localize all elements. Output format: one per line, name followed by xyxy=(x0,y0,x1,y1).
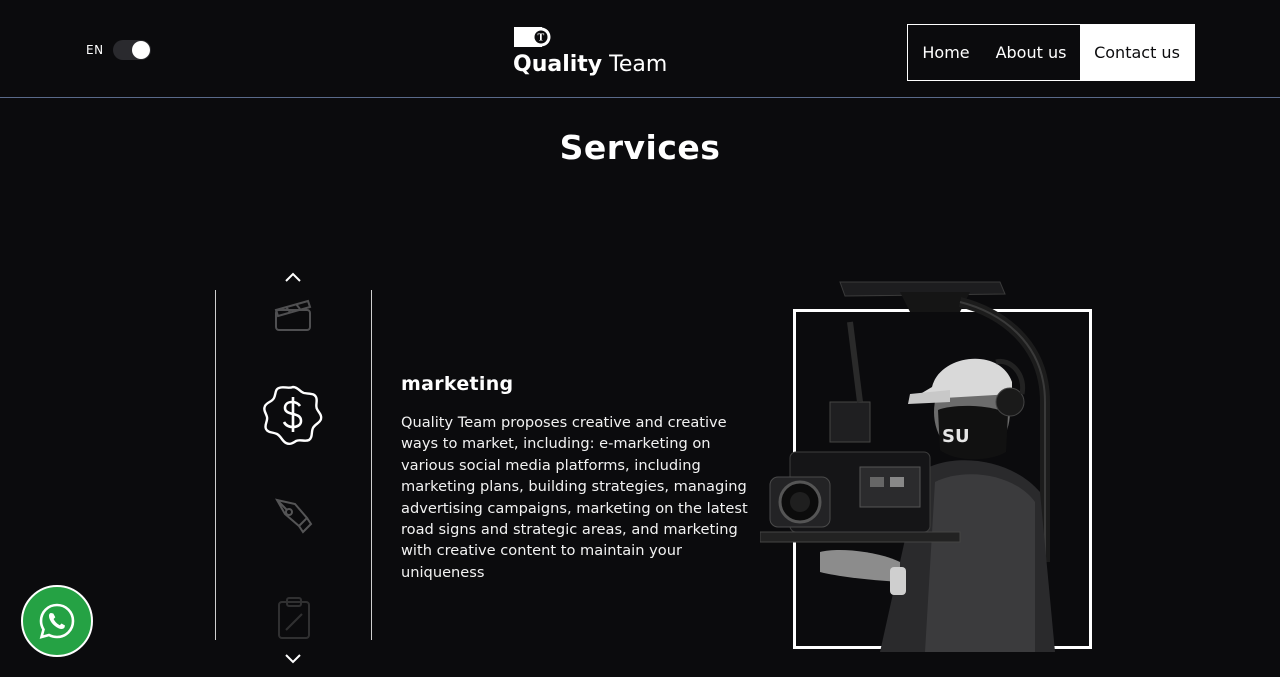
dollar-badge-icon[interactable] xyxy=(262,384,324,446)
site-header: EN T Quality Team Home About us Contact … xyxy=(0,0,1280,98)
brand-name: Quality Team xyxy=(513,52,667,77)
brand-name-bold: Quality xyxy=(513,52,603,77)
clipboard-icon[interactable] xyxy=(274,596,314,640)
section-title: Services xyxy=(559,128,721,167)
nav-about-us[interactable]: About us xyxy=(982,25,1080,80)
language-switch[interactable]: EN xyxy=(86,40,151,60)
brand-name-light: Team xyxy=(609,52,668,77)
cameraman-photo: SU xyxy=(760,281,1055,652)
brand-logo[interactable]: T Quality Team xyxy=(513,26,667,82)
service-title: marketing xyxy=(401,373,514,395)
toggle-knob xyxy=(131,41,150,59)
whatsapp-icon xyxy=(39,603,75,639)
nav-home[interactable]: Home xyxy=(908,25,982,80)
nav-contact-us[interactable]: Contact us xyxy=(1080,25,1194,80)
language-label: EN xyxy=(86,43,104,57)
whatsapp-button[interactable] xyxy=(21,585,93,657)
clapperboard-icon[interactable] xyxy=(272,294,314,334)
service-description: Quality Team proposes creative and creat… xyxy=(401,414,748,581)
language-toggle[interactable] xyxy=(112,40,151,60)
chevron-up-icon[interactable] xyxy=(281,270,305,284)
svg-text:T: T xyxy=(538,34,545,44)
svg-text:SU: SU xyxy=(942,426,970,447)
main-nav: Home About us Contact us xyxy=(907,24,1195,81)
logo-mark-icon: T xyxy=(514,27,551,47)
services-carousel[interactable] xyxy=(215,290,372,640)
chevron-down-icon[interactable] xyxy=(281,652,305,666)
pen-nib-icon[interactable] xyxy=(273,494,315,536)
